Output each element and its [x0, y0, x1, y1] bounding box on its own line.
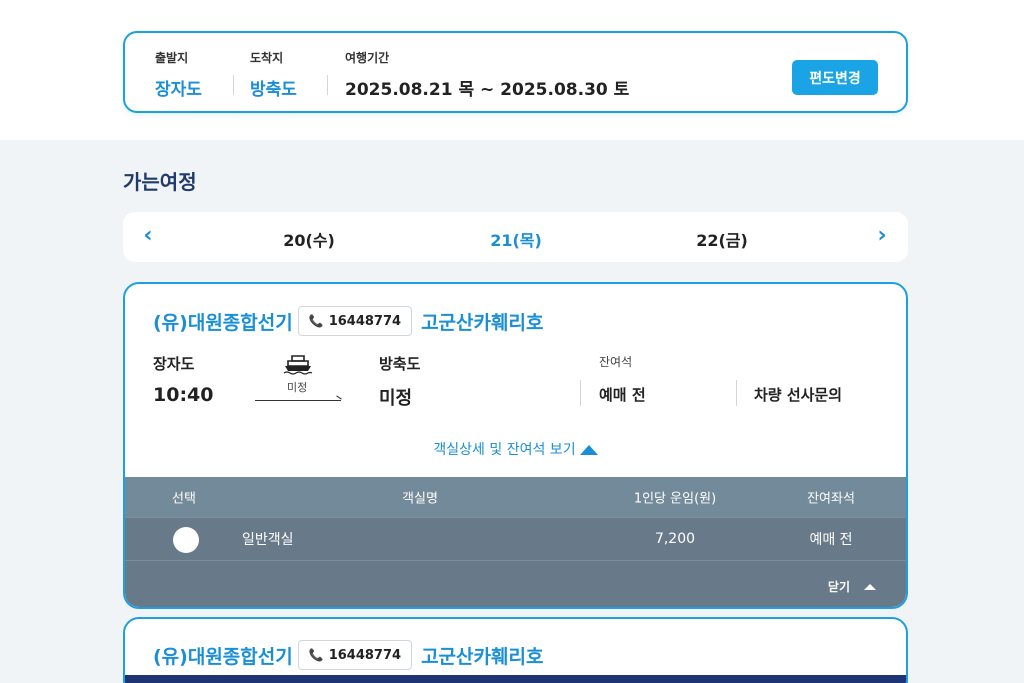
- departure-value: 장자도: [155, 80, 202, 100]
- room-table-header: 선택 객실명 1인당 운임(원) 잔여좌석: [125, 477, 906, 517]
- close-button[interactable]: 닫기: [828, 578, 876, 595]
- header-remaining: 잔여좌석: [807, 491, 855, 507]
- divider: [580, 380, 581, 406]
- chevron-right-icon[interactable]: ›: [870, 223, 894, 248]
- date-item[interactable]: 22(금): [696, 227, 748, 251]
- phone-number: 16448774: [328, 313, 402, 329]
- phone-icon: 📞: [308, 314, 324, 328]
- room-detail-toggle[interactable]: 객실상세 및 잔여석 보기: [125, 439, 906, 459]
- header-select: 선택: [172, 491, 196, 507]
- table-footer: 닫기: [125, 560, 906, 607]
- ship-name: 고군산카훼리호: [421, 645, 544, 668]
- arrival-label: 도착지: [250, 51, 284, 65]
- voyage-header: (유)대원종합선기 📞 16448774 고군산카훼리호: [153, 640, 543, 670]
- voyage-card: (유)대원종합선기 📞 16448774 고군산카훼리호 장자도 10:40 미…: [123, 282, 908, 609]
- header-fare: 1인당 운임(원): [633, 491, 717, 507]
- route-label: 미정: [287, 381, 308, 394]
- departure-group: 출발지 장자도: [155, 49, 202, 100]
- to-port: 방축도: [379, 355, 421, 373]
- phone-icon: 📞: [308, 648, 324, 662]
- phone-number: 16448774: [328, 647, 402, 663]
- close-label: 닫기: [827, 580, 850, 594]
- ship-name: 고군산카훼리호: [421, 311, 544, 334]
- departure-label: 출발지: [155, 51, 189, 65]
- voyage-card: (유)대원종합선기 📞 16448774 고군산카훼리호: [123, 617, 908, 683]
- company-name: (유)대원종합선기: [153, 645, 293, 668]
- period-value: 2025.08.21 목 ~ 2025.08.30 토: [345, 80, 630, 100]
- arrival-group: 도착지 방축도: [250, 49, 297, 100]
- arrival-time: 미정: [379, 388, 413, 409]
- date-item-selected[interactable]: 21(목): [490, 227, 542, 251]
- room-remaining: 예매 전: [809, 532, 853, 548]
- voyage-card-bar: [125, 675, 906, 683]
- triangle-up-icon: [579, 445, 598, 455]
- period-label: 여행기간: [345, 51, 390, 65]
- room-select-radio[interactable]: [173, 527, 199, 553]
- arrival-value: 방축도: [250, 80, 297, 100]
- date-navigator: ‹ 20(수) 21(목) 22(금) ›: [123, 212, 908, 262]
- search-summary-area: 출발지 장자도 도착지 방축도 여행기간 2025.08.21 목 ~ 2025…: [0, 0, 1024, 140]
- seat-label: 잔여석: [599, 355, 633, 369]
- voyage-header: (유)대원종합선기 📞 16448774 고군산카훼리호: [153, 306, 543, 336]
- change-trip-button[interactable]: 편도변경: [792, 60, 878, 95]
- room-name: 일반객실: [242, 532, 294, 548]
- divider: [327, 75, 328, 95]
- vehicle-status: 차량 선사문의: [754, 386, 843, 404]
- company-name: (유)대원종합선기: [153, 311, 293, 334]
- divider: [233, 75, 234, 95]
- header-room: 객실명: [402, 491, 438, 507]
- route-arrow: [255, 400, 341, 401]
- phone-badge[interactable]: 📞 16448774: [297, 640, 413, 670]
- table-row[interactable]: 일반객실 7,200 예매 전: [125, 517, 906, 560]
- period-group: 여행기간 2025.08.21 목 ~ 2025.08.30 토: [345, 49, 629, 100]
- room-detail-link[interactable]: 객실상세 및 잔여석 보기: [433, 442, 575, 458]
- chevron-left-icon[interactable]: ‹: [136, 223, 160, 248]
- seat-status: 예매 전: [599, 386, 646, 404]
- divider: [736, 380, 737, 406]
- phone-badge[interactable]: 📞 16448774: [297, 306, 413, 336]
- section-title: 가는여정: [123, 170, 197, 194]
- search-box: 출발지 장자도 도착지 방축도 여행기간 2025.08.21 목 ~ 2025…: [123, 31, 908, 113]
- date-item[interactable]: 20(수): [283, 227, 335, 251]
- departure-time: 10:40: [153, 384, 214, 406]
- triangle-up-icon: [864, 583, 876, 590]
- ferry-icon: [283, 355, 313, 375]
- from-port: 장자도: [153, 355, 195, 373]
- room-fare: 7,200: [654, 531, 696, 547]
